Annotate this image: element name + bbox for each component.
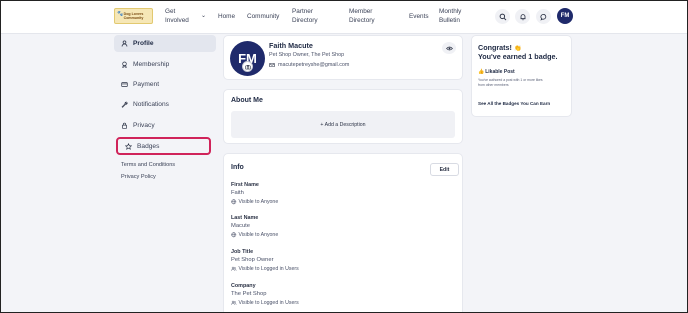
badge-name: Likable Post bbox=[485, 69, 515, 75]
visibility-label: Visible to Anyone bbox=[238, 232, 279, 238]
nav-bulletin-line1: Monthly bbox=[439, 8, 462, 15]
nav-partner-line2: Directory bbox=[292, 17, 318, 24]
badge-icon bbox=[122, 61, 127, 68]
field-label: Company bbox=[231, 283, 256, 289]
preview-profile-button[interactable] bbox=[442, 42, 456, 54]
congrats-text: Congrats! bbox=[478, 43, 512, 52]
chat-icon bbox=[540, 13, 546, 21]
chevron-down-icon[interactable]: ⌄ bbox=[201, 12, 206, 19]
privacy-policy-link[interactable]: Privacy Policy bbox=[121, 174, 156, 180]
search-icon bbox=[499, 13, 506, 20]
globe-icon bbox=[231, 232, 237, 238]
nav-partner-directory[interactable]: Partner Directory bbox=[292, 7, 318, 25]
users-icon bbox=[231, 267, 237, 272]
sidebar-item-badges[interactable]: Badges bbox=[116, 137, 211, 155]
nav-partner-line1: Partner bbox=[292, 8, 313, 15]
user-avatar-menu[interactable]: FM bbox=[557, 8, 573, 24]
badge-item: 👍 Likable Post bbox=[478, 69, 515, 75]
profile-subtitle: Pet Shop Owner, The Pet Shop bbox=[269, 52, 345, 58]
profile-email-row: macutepetreyshe@gmail.com bbox=[269, 62, 349, 68]
about-me-title: About Me bbox=[231, 97, 263, 104]
users-icon bbox=[231, 301, 237, 306]
notifications-button[interactable] bbox=[515, 9, 530, 24]
nav-events[interactable]: Events bbox=[409, 12, 429, 21]
nav-member-line1: Member bbox=[349, 8, 373, 15]
nav-monthly-bulletin[interactable]: Monthly Bulletin bbox=[439, 7, 461, 25]
visibility-row: Visible to Logged in Users bbox=[231, 266, 299, 272]
visibility-label: Visible to Anyone bbox=[238, 199, 279, 205]
nav-get-involved-line1: Get bbox=[165, 8, 176, 15]
visibility-row: Visible to Anyone bbox=[231, 199, 278, 205]
sidebar-item-profile[interactable]: Profile bbox=[114, 35, 216, 52]
badge-desc-2: from other members bbox=[478, 83, 509, 87]
sidebar-item-label: Membership bbox=[133, 61, 170, 68]
see-all-badges-link[interactable]: See All the Badges You Can Earn bbox=[478, 101, 550, 106]
wrench-icon bbox=[121, 101, 128, 108]
visibility-row: Visible to Logged in Users bbox=[231, 300, 299, 306]
field-label: First Name bbox=[231, 182, 259, 188]
search-button[interactable] bbox=[495, 9, 510, 24]
terms-link[interactable]: Terms and Conditions bbox=[121, 162, 175, 168]
field-label: Job Title bbox=[231, 249, 254, 255]
field-value: Macute bbox=[231, 223, 251, 229]
sidebar-item-notifications[interactable]: Notifications bbox=[114, 96, 216, 113]
star-icon bbox=[125, 142, 132, 150]
visibility-label: Visible to Logged in Users bbox=[238, 300, 299, 306]
mail-icon bbox=[269, 63, 275, 68]
nav-home[interactable]: Home bbox=[218, 12, 235, 21]
lock-icon bbox=[122, 122, 127, 129]
sidebar-item-payment[interactable]: Payment bbox=[114, 76, 216, 93]
nav-community[interactable]: Community bbox=[247, 12, 279, 21]
visibility-row: Visible to Anyone bbox=[231, 232, 278, 238]
paw-icon: 🐾 bbox=[117, 11, 124, 17]
top-navigation-bar: 🐾 Dog Lovers Community Get Involved ⌄ Ho… bbox=[1, 1, 687, 34]
globe-icon bbox=[231, 199, 237, 205]
nav-member-directory[interactable]: Member Directory bbox=[349, 7, 375, 25]
sidebar-item-label: Badges bbox=[137, 142, 160, 150]
sidebar-item-membership[interactable]: Membership bbox=[114, 56, 216, 73]
visibility-label: Visible to Logged in Users bbox=[238, 266, 299, 272]
logo-line2: Community bbox=[123, 16, 144, 20]
sidebar-item-privacy[interactable]: Privacy bbox=[114, 117, 216, 134]
camera-icon bbox=[244, 64, 251, 69]
user-icon bbox=[121, 40, 128, 47]
messages-button[interactable] bbox=[536, 9, 551, 24]
eye-icon bbox=[445, 46, 453, 50]
field-value: The Pet Shop bbox=[231, 291, 267, 297]
info-title: Info bbox=[231, 164, 244, 171]
add-description-button[interactable]: + Add a Description bbox=[231, 111, 455, 138]
change-photo-button[interactable] bbox=[242, 61, 253, 72]
nav-get-involved[interactable]: Get Involved bbox=[165, 7, 189, 25]
field-value: Faith bbox=[231, 190, 244, 196]
nav-member-line2: Directory bbox=[349, 17, 375, 24]
field-value: Pet Shop Owner bbox=[231, 257, 274, 263]
profile-name: Faith Macute bbox=[269, 41, 313, 50]
card-icon bbox=[121, 82, 128, 87]
congrats-line: Congrats! 👏 bbox=[478, 43, 521, 52]
badge-desc-1: You've authored a post with 1 or more li… bbox=[478, 78, 543, 82]
sidebar-item-label: Notifications bbox=[133, 101, 169, 108]
nav-get-involved-line2: Involved bbox=[165, 17, 189, 24]
thumbs-up-icon: 👍 bbox=[478, 69, 485, 75]
page-frame: 🐾 Dog Lovers Community Get Involved ⌄ Ho… bbox=[0, 0, 688, 313]
site-logo[interactable]: 🐾 Dog Lovers Community bbox=[114, 8, 153, 24]
nav-bulletin-line2: Bulletin bbox=[439, 17, 460, 24]
field-label: Last Name bbox=[231, 215, 259, 221]
bell-icon bbox=[520, 13, 525, 20]
profile-email: macutepetreyshe@gmail.com bbox=[278, 62, 350, 68]
edit-info-button[interactable]: Edit bbox=[430, 163, 459, 176]
sidebar-item-label: Payment bbox=[133, 81, 160, 88]
sidebar-item-label: Privacy bbox=[133, 122, 155, 129]
sidebar-item-label: Profile bbox=[133, 40, 154, 47]
badge-count-line: You've earned 1 badge. bbox=[478, 52, 558, 61]
